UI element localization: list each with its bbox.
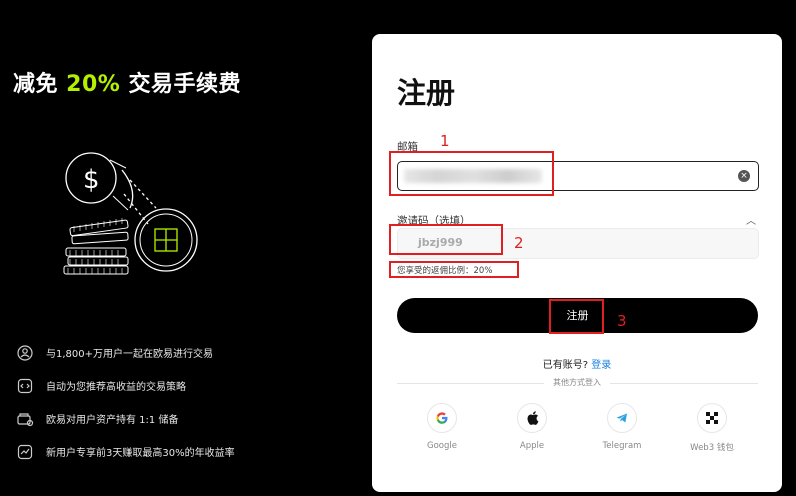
other-methods-label: 其他方式登入 (372, 377, 782, 388)
annotation-box-invite (389, 224, 503, 255)
headline-accent: 20% (66, 72, 121, 97)
telegram-icon (607, 403, 637, 433)
feature-item: 自动为您推荐高收益的交易策略 (16, 369, 356, 402)
apple-login[interactable]: Apple (503, 403, 561, 451)
login-link[interactable]: 登录 (591, 360, 611, 371)
google-icon (427, 403, 457, 433)
web3-wallet-login[interactable]: Web3 钱包 (683, 403, 741, 453)
login-prompt: 已有账号? 登录 (542, 360, 612, 371)
page-title: 注册 (397, 76, 456, 110)
feature-item: 与1,800+万用户一起在欧易进行交易 (16, 336, 356, 369)
svg-text:$: $ (83, 165, 100, 195)
annotation-number-1: 1 (440, 132, 450, 150)
annotation-box-submit (549, 299, 604, 334)
apple-icon (517, 403, 547, 433)
reserve-icon (16, 410, 34, 428)
annotation-number-3: 3 (617, 312, 627, 330)
web3-wallet-icon (697, 403, 727, 433)
feature-list: 与1,800+万用户一起在欧易进行交易 自动为您推荐高收益的交易策略 欧易对用户… (16, 336, 356, 468)
promo-panel: 减免 20% 交易手续费 $ 与1,800+万用户一起在欧易进行交易 自动为您推… (0, 0, 372, 496)
feature-item: 新用户专享前3天赚取最高30%的年收益率 (16, 435, 356, 468)
coins-illustration: $ (63, 152, 198, 275)
clear-icon[interactable]: × (738, 170, 750, 182)
annotation-box-email (389, 151, 554, 196)
annotation-box-rebate (389, 261, 519, 278)
chevron-up-icon[interactable]: ︿ (746, 212, 756, 227)
annotation-number-2: 2 (514, 234, 524, 252)
promo-headline: 减免 20% 交易手续费 (13, 72, 242, 97)
google-login[interactable]: Google (413, 403, 471, 451)
yield-icon (16, 443, 34, 461)
feature-item: 欧易对用户资产持有 1:1 储备 (16, 402, 356, 435)
users-icon (16, 344, 34, 362)
telegram-login[interactable]: Telegram (593, 403, 651, 451)
strategy-icon (16, 377, 34, 395)
